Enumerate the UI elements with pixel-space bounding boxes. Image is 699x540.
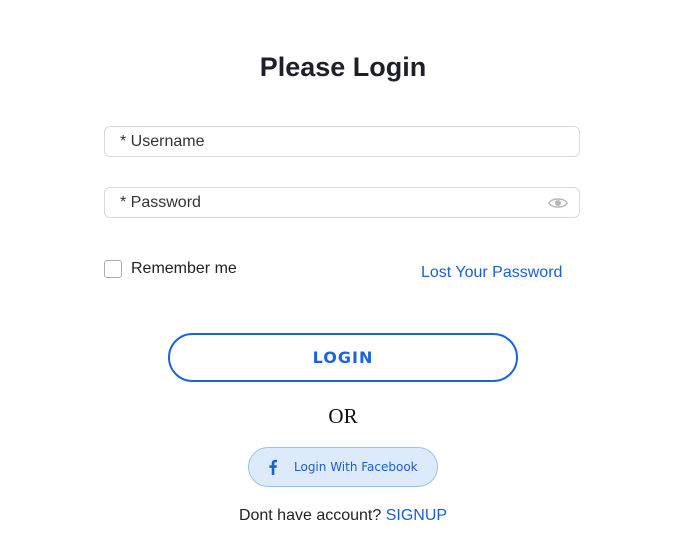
- facebook-icon: [269, 459, 277, 475]
- username-input[interactable]: [105, 127, 579, 156]
- lost-password-link[interactable]: Lost Your Password: [421, 264, 562, 282]
- page-title: Please Login: [259, 52, 427, 82]
- signup-link[interactable]: SIGNUP: [386, 507, 447, 524]
- username-field-wrapper: [104, 126, 580, 157]
- facebook-login-button[interactable]: Login With Facebook: [248, 447, 438, 487]
- password-field-wrapper: [104, 187, 580, 218]
- signup-row: Dont have account? SIGNUP: [0, 507, 686, 525]
- remember-me-checkbox[interactable]: [104, 260, 122, 278]
- remember-me-label: Remember me: [131, 260, 237, 277]
- password-input[interactable]: [105, 188, 579, 217]
- eye-icon[interactable]: [548, 195, 568, 211]
- or-divider: OR: [328, 404, 358, 428]
- facebook-login-label: Login With Facebook: [294, 460, 418, 474]
- signup-prompt: Dont have account?: [238, 507, 382, 524]
- remember-me[interactable]: Remember me: [104, 260, 237, 278]
- login-button[interactable]: LOGIN: [168, 333, 518, 382]
